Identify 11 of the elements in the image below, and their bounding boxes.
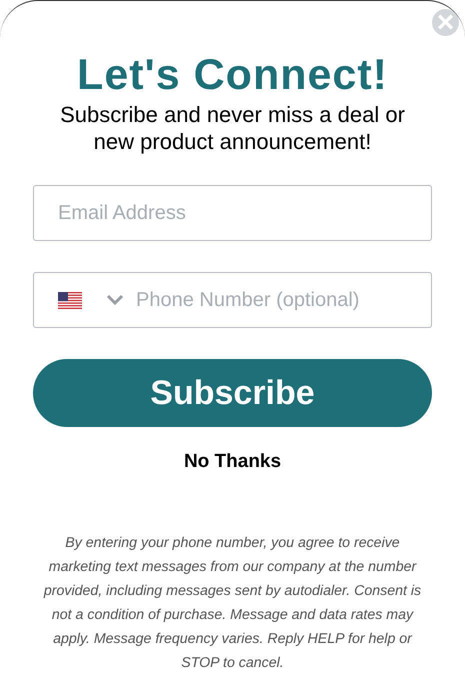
- phone-field[interactable]: Phone Number (optional): [33, 272, 432, 328]
- subscribe-button[interactable]: Subscribe: [33, 359, 432, 427]
- no-thanks-link[interactable]: No Thanks: [184, 451, 282, 473]
- flag-icon[interactable]: [58, 292, 82, 308]
- popup-title: Let's Connect!: [77, 50, 388, 101]
- popup-subtitle: Subscribe and never miss a deal or new product announcement!: [59, 101, 406, 155]
- email-input[interactable]: Email Address: [58, 202, 415, 224]
- disclaimer-text: By entering your phone number, you agree to receive marketing text messages from our company at the number provided, including messages sent by autodialer. Consent is not a condition of purchase. Message and data rates may apply. Message frequency varies. Reply HELP for help or STOP to cancel.: [42, 534, 422, 673]
- email-field[interactable]: Email Address: [33, 185, 432, 241]
- phone-input[interactable]: Phone Number (optional): [136, 288, 415, 312]
- chevron-down-icon[interactable]: [106, 294, 124, 306]
